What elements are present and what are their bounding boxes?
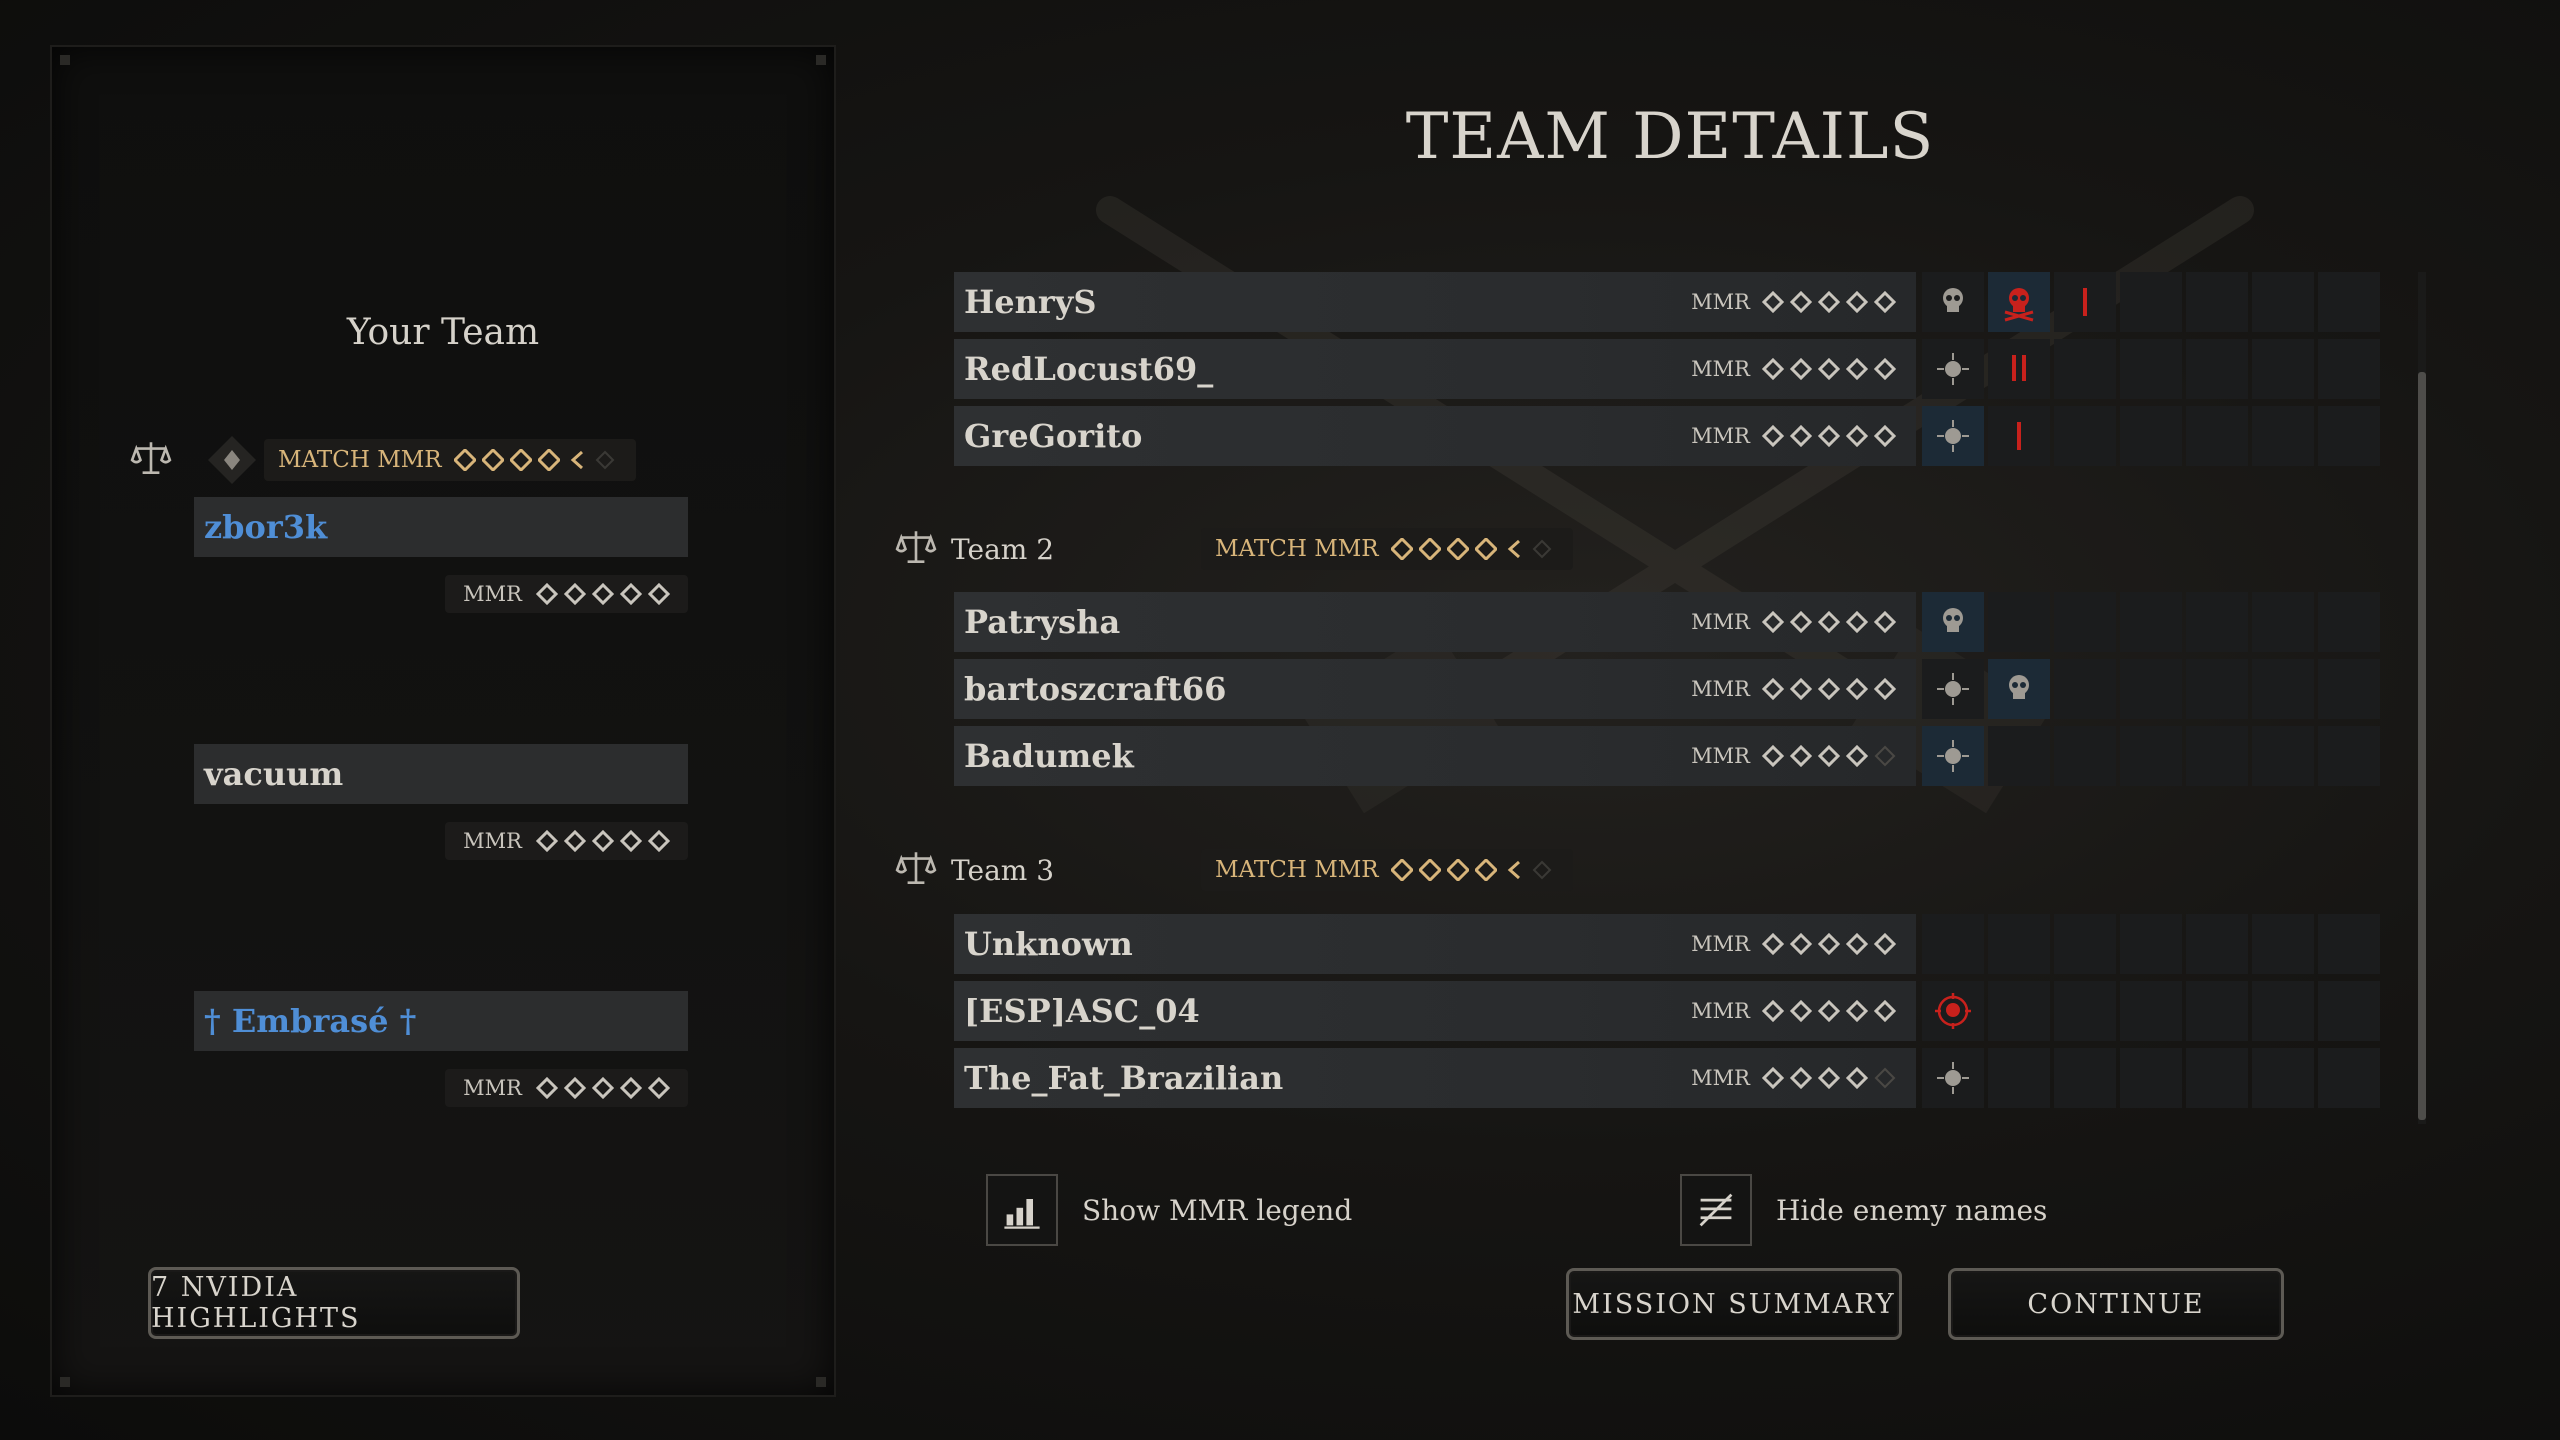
nvidia-highlights-button[interactable]: 7 NVIDIA HIGHLIGHTS (148, 1267, 520, 1339)
team-player-row[interactable]: The_Fat_Brazilian MMR (954, 1048, 2384, 1108)
encounter-slots (1922, 659, 2384, 719)
player-mmr: MMR (1691, 357, 1896, 381)
player-mmr: MMR (1691, 932, 1896, 956)
encounter-slots (1922, 981, 2384, 1041)
team-player-row[interactable]: bartoszcraft66 MMR (954, 659, 2384, 719)
show-mmr-legend-label: Show MMR legend (1082, 1193, 1353, 1227)
team-player-row[interactable]: GreGorito MMR (954, 406, 2384, 466)
player-name: † Embrasé † (194, 991, 688, 1051)
team-player-row[interactable]: [ESP]ASC_04 MMR (954, 981, 2384, 1041)
crosshair-skull-icon (1922, 659, 1984, 719)
hide-enemy-names-toggle[interactable]: Hide enemy names (1680, 1174, 2047, 1246)
mmr-stars (536, 583, 670, 605)
damage-mark-icon (1988, 406, 2050, 466)
player-name: RedLocust69_ (964, 350, 1214, 388)
crosshair-skull-icon (1922, 726, 1984, 786)
player-mmr: MMR (445, 822, 688, 860)
team-label: Team 2 (951, 532, 1055, 566)
team-player-row[interactable]: HenryS MMR (954, 272, 2384, 332)
player-name: vacuum (194, 744, 688, 804)
your-team-player-card[interactable]: † Embrasé † MMR (194, 991, 688, 1107)
crosshair-skull-icon (1922, 339, 1984, 399)
damage-mark-icon (1988, 339, 2050, 399)
encounter-slots (1922, 339, 2384, 399)
scrollbar-thumb[interactable] (2418, 372, 2426, 1120)
player-name: [ESP]ASC_04 (964, 992, 1200, 1030)
player-mmr: MMR (1691, 999, 1896, 1023)
mmr-stars (1762, 745, 1896, 767)
mmr-stars (1762, 291, 1896, 313)
page-title: TEAM DETAILS (1405, 100, 1935, 174)
player-mmr: MMR (1691, 424, 1896, 448)
player-mmr: MMR (445, 1069, 688, 1107)
team-match-mmr: MATCH MMR (1201, 528, 1573, 570)
player-name: The_Fat_Brazilian (964, 1059, 1284, 1097)
show-mmr-legend-toggle[interactable]: Show MMR legend (986, 1174, 1352, 1246)
mission-summary-button[interactable]: MISSION SUMMARY (1566, 1268, 1902, 1340)
your-team-mmr-row: MATCH MMR (130, 432, 730, 488)
mmr-stars (1762, 358, 1896, 380)
mmr-stars (1762, 1067, 1896, 1089)
player-name: bartoszcraft66 (964, 670, 1227, 708)
encounter-slots (1922, 1048, 2384, 1108)
encounter-slots (1922, 592, 2384, 652)
encounter-slots (1922, 726, 2384, 786)
team-player-row[interactable]: Badumek MMR (954, 726, 2384, 786)
damage-mark-icon (2054, 272, 2116, 332)
player-name: zbor3k (194, 497, 688, 557)
mmr-stars (1762, 678, 1896, 700)
skull-icon (1922, 272, 1984, 332)
encounter-slots (1922, 272, 2384, 332)
player-mmr: MMR (1691, 744, 1896, 768)
player-mmr: MMR (1691, 677, 1896, 701)
team-3-header: Team 3 MATCH MMR (895, 845, 1573, 895)
rank-badge-icon (204, 432, 260, 488)
player-name: GreGorito (964, 417, 1143, 455)
encounter-slots (1922, 914, 2384, 974)
crosshair-skull-icon (1922, 1048, 1984, 1108)
player-mmr: MMR (1691, 1066, 1896, 1090)
your-team-match-mmr: MATCH MMR (264, 439, 636, 481)
match-mmr-stars (1390, 859, 1553, 881)
team-player-row[interactable]: Unknown MMR (954, 914, 2384, 974)
mmr-stars (1762, 933, 1896, 955)
team-label: Team 3 (951, 853, 1055, 887)
mmr-stars (1762, 1000, 1896, 1022)
player-name: Patrysha (964, 603, 1121, 641)
team-player-row[interactable]: RedLocust69_ MMR (954, 339, 2384, 399)
crosshair-skull-icon (1922, 406, 1984, 466)
player-mmr: MMR (445, 575, 688, 613)
mmr-stars (536, 830, 670, 852)
skull-icon (1922, 592, 1984, 652)
skull-icon (1988, 659, 2050, 719)
mmr-stars (1762, 611, 1896, 633)
kill-crosshair-skull-icon (1922, 981, 1984, 1041)
bar-chart-icon[interactable] (986, 1174, 1058, 1246)
team-match-mmr: MATCH MMR (1201, 849, 1573, 891)
your-team-player-card[interactable]: vacuum MMR (194, 744, 688, 860)
mmr-stars (1762, 425, 1896, 447)
player-mmr: MMR (1691, 610, 1896, 634)
hide-list-icon[interactable] (1680, 1174, 1752, 1246)
mmr-stars (536, 1077, 670, 1099)
balance-scale-icon (895, 847, 937, 893)
team-player-row[interactable]: Patrysha MMR (954, 592, 2384, 652)
player-name: Unknown (964, 925, 1133, 963)
match-mmr-stars (1390, 538, 1553, 560)
player-name: HenryS (964, 283, 1097, 321)
hide-enemy-names-label: Hide enemy names (1776, 1193, 2048, 1227)
killed-by-skull-icon (1988, 272, 2050, 332)
player-mmr: MMR (1691, 290, 1896, 314)
balance-scale-icon (895, 526, 937, 572)
your-team-player-card[interactable]: zbor3k MMR (194, 497, 688, 613)
continue-button[interactable]: CONTINUE (1948, 1268, 2284, 1340)
encounter-slots (1922, 406, 2384, 466)
team-2-header: Team 2 MATCH MMR (895, 524, 1573, 574)
match-mmr-stars (453, 449, 616, 471)
player-name: Badumek (964, 737, 1134, 775)
your-team-panel: Your Team MATCH MMR zbor3k MMR vacuum MM… (50, 45, 836, 1397)
balance-scale-icon (130, 437, 172, 483)
your-team-title: Your Team (346, 312, 540, 353)
